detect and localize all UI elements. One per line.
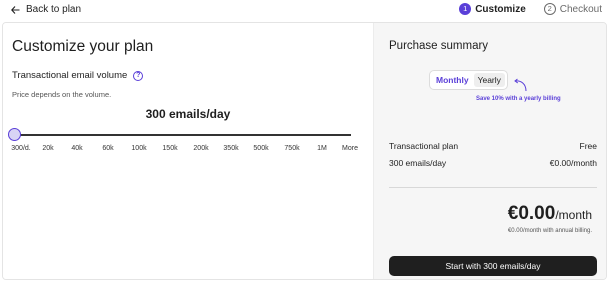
annual-billing-note: €0.00/month with annual billing.	[507, 228, 592, 234]
step-label: Checkout	[559, 3, 602, 15]
slider-tick-label[interactable]: More	[342, 145, 358, 152]
slider-tick-label[interactable]: 40k	[71, 145, 82, 152]
yearly-promo-text: Save 10% with a yearly billing	[476, 96, 561, 102]
slider-tick-label[interactable]: 20k	[42, 145, 53, 152]
price-note: Price depends on the volume.	[12, 90, 112, 99]
help-icon[interactable]: ?	[133, 70, 144, 81]
line-item-value: Free	[579, 141, 597, 151]
slider-tick-label[interactable]: 750k	[284, 145, 299, 152]
plan-card: Customize your plan Transactional email …	[2, 22, 607, 280]
slider-tick-label[interactable]: 200k	[193, 145, 208, 152]
step-checkout: 2 Checkout	[543, 3, 602, 15]
total-amount: €0.00	[507, 203, 556, 224]
back-to-plan-link[interactable]: Back to plan	[11, 4, 81, 15]
summary-title: Purchase summary	[389, 40, 489, 52]
yearly-option[interactable]: Yearly	[473, 73, 505, 87]
step-number: 1	[459, 3, 472, 15]
volume-label: Transactional email volume	[12, 70, 128, 81]
total-period: /month	[555, 208, 592, 222]
step-customize: 1 Customize	[459, 3, 526, 15]
page-title: Customize your plan	[12, 38, 154, 55]
arrow-left-icon	[11, 5, 20, 14]
selected-volume: 300 emails/day	[145, 107, 231, 121]
slider-tick-label[interactable]: 300/d.	[11, 145, 30, 152]
checkout-steps: 1 Customize 2 Checkout	[459, 3, 602, 15]
summary-divider	[389, 187, 597, 188]
volume-slider-track[interactable]	[13, 134, 351, 136]
volume-label-row: Transactional email volume ?	[12, 70, 144, 81]
customize-panel: Customize your plan Transactional email …	[3, 23, 373, 279]
step-label: Customize	[475, 3, 526, 15]
slider-tick-label[interactable]: 60k	[102, 145, 113, 152]
line-item-label: Transactional plan	[389, 141, 459, 151]
volume-slider-handle[interactable]	[8, 128, 21, 141]
slider-tick-label[interactable]: 500k	[253, 145, 268, 152]
back-to-plan-label: Back to plan	[26, 4, 82, 15]
purchase-summary-panel: Purchase summary Monthly Yearly Save 10%…	[373, 23, 606, 279]
start-plan-button[interactable]: Start with 300 emails/day	[389, 256, 597, 276]
slider-tick-label[interactable]: 100k	[131, 145, 146, 152]
slider-tick-labels: 300/d. 20k 40k 60k 100k 150k 200k 350k 500k 750k 1…	[3, 145, 373, 155]
billing-toggle: Monthly Yearly	[429, 70, 508, 90]
top-bar: Back to plan 1 Customize 2 Checkout	[0, 0, 611, 20]
line-item-value: €0.00/month	[549, 158, 597, 168]
total-price: €0.00 /month	[508, 203, 592, 225]
step-number: 2	[543, 3, 556, 15]
slider-tick-label[interactable]: 350k	[223, 145, 238, 152]
line-item-volume: 300 emails/day €0.00/month	[389, 158, 597, 168]
line-item-label: 300 emails/day	[389, 158, 447, 168]
slider-tick-label[interactable]: 150k	[162, 145, 177, 152]
monthly-option[interactable]: Monthly	[432, 73, 473, 87]
line-item-plan: Transactional plan Free	[389, 141, 597, 151]
slider-tick-label[interactable]: 1M	[317, 145, 327, 152]
